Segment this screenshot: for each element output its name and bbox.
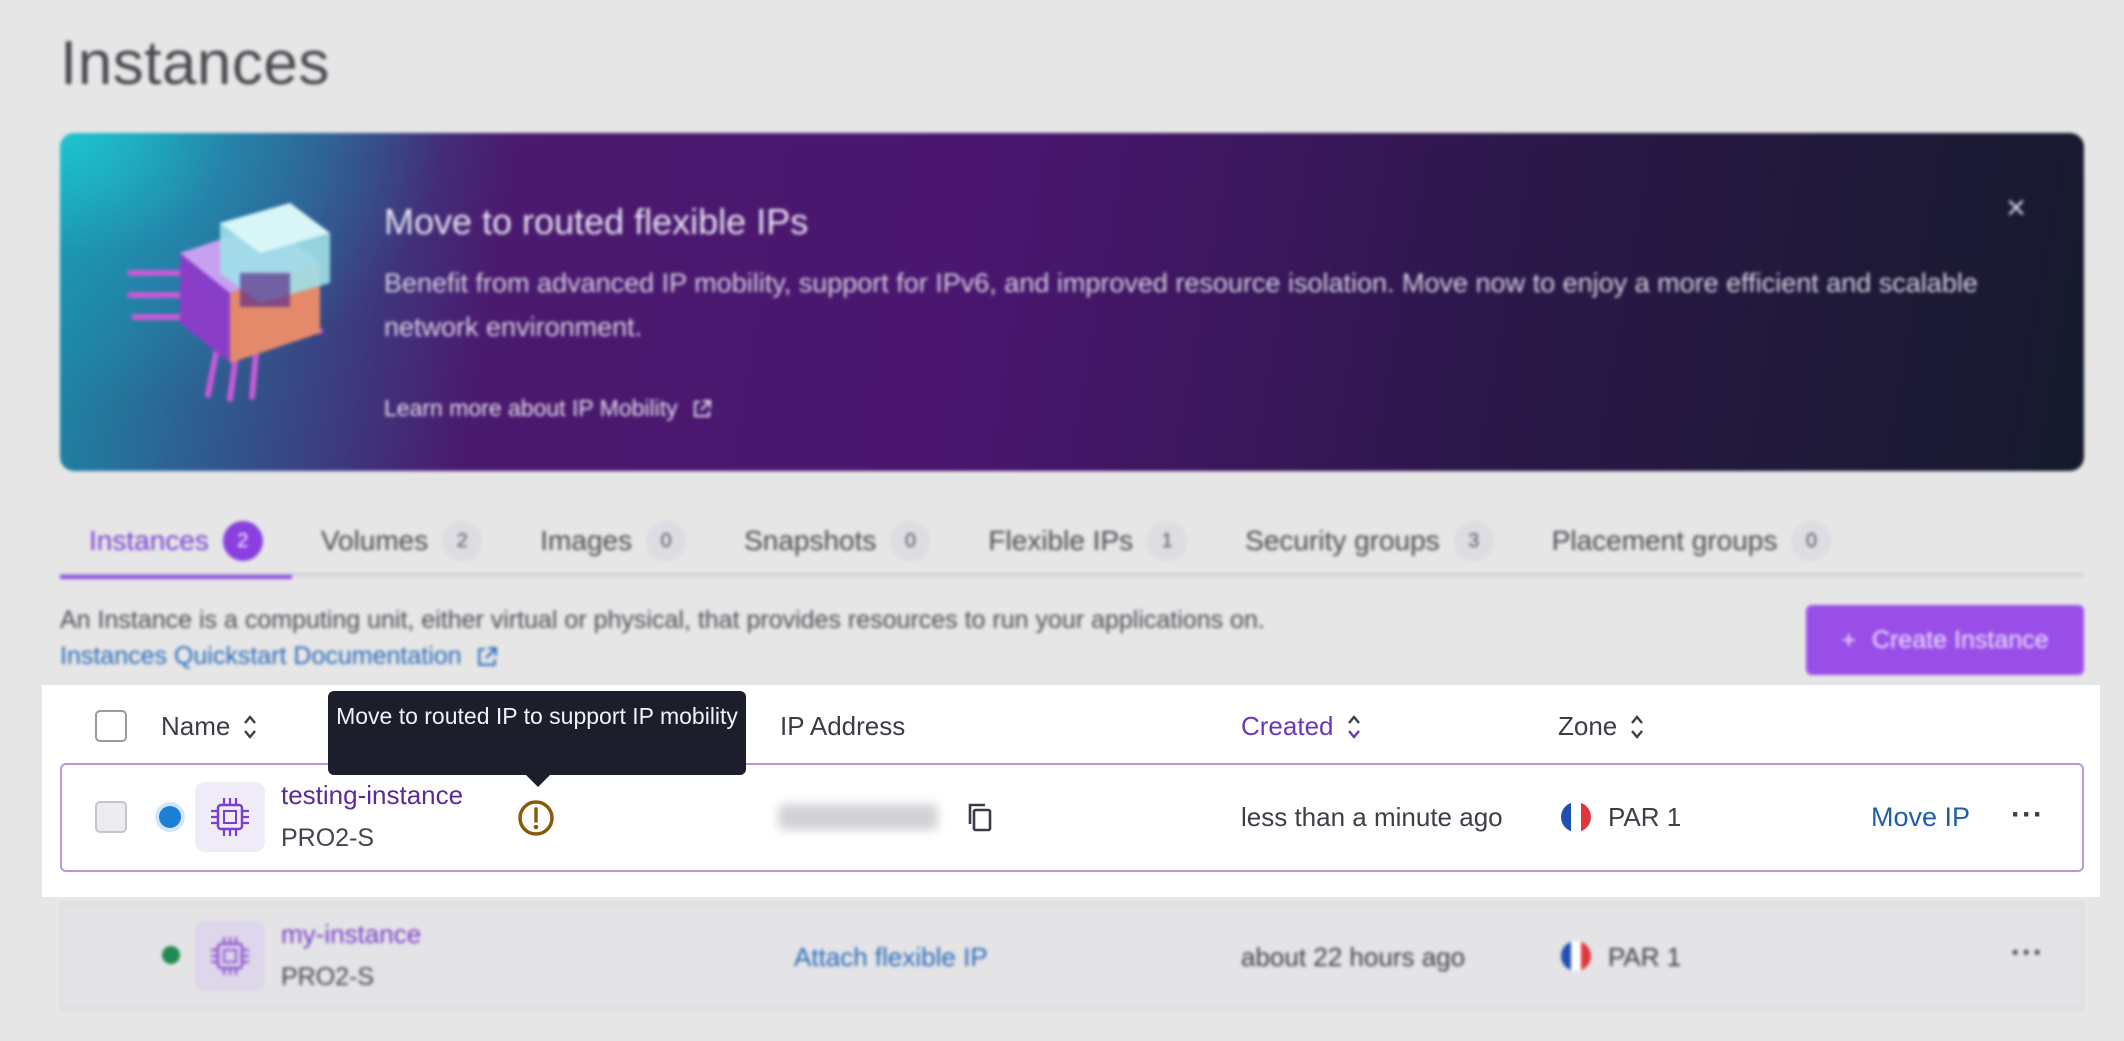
column-header-zone[interactable]: Zone <box>1558 711 1645 742</box>
plus-icon: + <box>1841 625 1857 654</box>
banner-link-label: Learn more about IP Mobility <box>384 395 678 421</box>
banner-description: Benefit from advanced IP mobility, suppo… <box>384 268 1978 342</box>
quickstart-doc-link[interactable]: Instances Quickstart Documentation <box>60 642 498 671</box>
france-flag-icon <box>1561 802 1591 832</box>
instance-type: PRO2-S <box>281 963 375 991</box>
tab-count-badge: 0 <box>646 521 687 561</box>
tab-flexible-ips[interactable]: Flexible IPs 1 <box>959 506 1216 576</box>
column-header-label: Zone <box>1558 711 1618 741</box>
close-icon[interactable]: × <box>2006 189 2026 228</box>
column-header-label: Created <box>1241 711 1334 741</box>
attach-flexible-ip-link[interactable]: Attach flexible IP <box>794 942 988 973</box>
tab-security-groups[interactable]: Security groups 3 <box>1216 506 1523 576</box>
tab-count-badge: 2 <box>222 521 263 561</box>
column-header-label: IP Address <box>780 711 906 741</box>
sort-icon <box>1631 714 1644 739</box>
tab-bar: Instances 2 Volumes 2 Images 0 Snapshots… <box>60 506 2084 579</box>
created-time: about 22 hours ago <box>1241 942 1466 972</box>
column-header-name[interactable]: Name <box>161 711 258 742</box>
chip-illustration-icon <box>127 203 330 402</box>
instance-chip-icon <box>195 921 265 991</box>
zone-label: PAR 1 <box>1608 802 1682 832</box>
row-checkbox[interactable] <box>95 801 127 833</box>
tab-images[interactable]: Images 0 <box>511 506 715 576</box>
created-time: less than a minute ago <box>1241 802 1503 832</box>
zone-label: PAR 1 <box>1608 942 1682 972</box>
ip-mobility-banner: Move to routed flexible IPs Benefit from… <box>60 133 2084 471</box>
instance-type: PRO2-S <box>281 824 375 852</box>
instances-intro-text: An Instance is a computing unit, either … <box>60 606 1265 634</box>
sort-icon <box>1347 714 1360 739</box>
banner-learn-more-link[interactable]: Learn more about IP Mobility <box>384 395 712 422</box>
tab-count-badge: 1 <box>1147 521 1188 561</box>
warning-icon[interactable] <box>517 799 555 837</box>
tab-label: Volumes <box>320 525 429 556</box>
create-instance-button[interactable]: + Create Instance <box>1806 605 2084 675</box>
tab-count-badge: 3 <box>1453 521 1494 561</box>
tab-label: Flexible IPs <box>988 525 1134 556</box>
tab-count-badge: 0 <box>1791 521 1832 561</box>
move-ip-button[interactable]: Move IP <box>1871 802 1970 833</box>
tab-label: Security groups <box>1245 525 1440 556</box>
tab-count-badge: 0 <box>890 521 931 561</box>
sort-icon <box>244 714 257 739</box>
instance-name-link[interactable]: testing-instance <box>281 780 463 811</box>
tab-snapshots[interactable]: Snapshots 0 <box>715 506 959 576</box>
create-instance-label: Create Instance <box>1872 625 2049 654</box>
status-indicator <box>159 806 181 828</box>
external-link-icon <box>477 646 497 666</box>
copy-icon[interactable] <box>966 802 994 832</box>
tooltip: Move to routed IP to support IP mobility <box>328 691 746 787</box>
page-title: Instances <box>60 29 330 98</box>
tab-placement-groups[interactable]: Placement groups 0 <box>1523 506 1861 576</box>
tab-volumes[interactable]: Volumes 2 <box>292 506 511 576</box>
status-indicator <box>162 946 180 964</box>
tab-label: Instances <box>89 525 209 556</box>
column-header-ip-address: IP Address <box>780 711 905 742</box>
france-flag-icon <box>1561 941 1591 971</box>
select-all-checkbox[interactable] <box>95 710 127 742</box>
tab-label: Snapshots <box>744 525 877 556</box>
more-options-icon[interactable]: ··· <box>2011 798 2044 832</box>
column-header-created[interactable]: Created <box>1241 711 1362 742</box>
ip-address-redacted <box>778 804 938 830</box>
instance-name-link[interactable]: my-instance <box>281 919 421 950</box>
instance-chip-icon <box>195 782 265 852</box>
more-options-icon[interactable]: ··· <box>2011 936 2044 970</box>
tab-label: Images <box>540 525 633 556</box>
tab-instances[interactable]: Instances 2 <box>60 506 292 579</box>
external-link-icon <box>693 399 711 417</box>
banner-title: Move to routed flexible IPs <box>384 201 809 242</box>
tab-label: Placement groups <box>1551 525 1778 556</box>
quickstart-doc-label: Instances Quickstart Documentation <box>60 642 462 670</box>
tab-count-badge: 2 <box>442 521 483 561</box>
column-header-label: Name <box>161 711 231 741</box>
